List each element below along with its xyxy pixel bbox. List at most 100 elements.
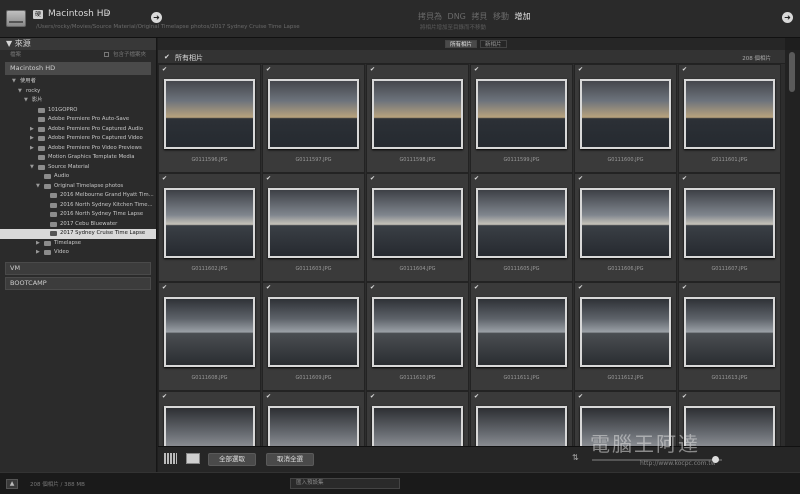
photo-cell[interactable]: ✔ G0111600.JPG (574, 64, 677, 173)
photo-thumbnail[interactable] (164, 79, 255, 149)
source-dropdown-caret[interactable]: ÷ (104, 9, 111, 18)
photo-cell[interactable]: ✔ G0111603.JPG (262, 173, 365, 282)
tree-item[interactable]: ▶ Video (0, 248, 156, 258)
photo-cell[interactable]: ✔ G0111610.JPG (366, 282, 469, 391)
photo-cell[interactable]: ✔ G0111604.JPG (366, 173, 469, 282)
photo-cell[interactable]: ✔ G0111609.JPG (262, 282, 365, 391)
photo-thumbnail[interactable] (580, 79, 671, 149)
photo-cell[interactable]: ✔ G0111606.JPG (574, 173, 677, 282)
include-subfolders-checkbox[interactable] (104, 52, 109, 57)
tree-item[interactable]: ▶ Adobe Premiere Pro Captured Audio (0, 125, 156, 135)
disclosure-open-icon[interactable]: ▼ (12, 77, 16, 87)
check-all-button[interactable]: 全部選取 (208, 453, 256, 466)
photo-thumbnail[interactable] (268, 406, 359, 446)
volume-vm[interactable]: VM (5, 261, 151, 275)
photo-thumbnail[interactable] (164, 188, 255, 258)
photo-check-icon[interactable]: ✔ (370, 393, 375, 400)
photo-cell[interactable]: ✔ G0111601.JPG (678, 64, 781, 173)
tree-item[interactable]: ▶ Adobe Premiere Pro Video Previews (0, 144, 156, 154)
tree-item[interactable]: ▶ Adobe Premiere Pro Captured Video (0, 134, 156, 144)
tree-item[interactable]: ▼ 影片 (0, 96, 156, 106)
photo-cell[interactable]: ✔ G0111611.JPG (470, 282, 573, 391)
photo-check-icon[interactable]: ✔ (266, 175, 271, 182)
disclosure-open-icon[interactable]: ▼ (24, 96, 28, 106)
photo-check-icon[interactable]: ✔ (578, 175, 583, 182)
photo-thumbnail[interactable] (372, 188, 463, 258)
disclosure-open-icon[interactable]: ▼ (36, 182, 40, 192)
photo-thumbnail[interactable] (684, 188, 775, 258)
photo-cell[interactable]: ✔ G0111608.JPG (158, 282, 261, 391)
tree-item[interactable]: 101GOPRO (0, 106, 156, 116)
mode-copy[interactable]: 拷貝 (471, 12, 487, 21)
photo-cell[interactable]: ✔ (158, 391, 261, 446)
tree-item[interactable]: ▼ Source Material (0, 163, 156, 173)
tree-item[interactable]: 2016 Melbourne Grand Hyatt Tim... (0, 191, 156, 201)
disclosure-closed-icon[interactable]: ▶ (30, 134, 34, 144)
uncheck-all-button[interactable]: 取消全選 (266, 453, 314, 466)
hard-drive-icon[interactable] (6, 7, 26, 31)
photo-check-icon[interactable]: ✔ (370, 284, 375, 291)
photo-cell[interactable]: ✔ G0111607.JPG (678, 173, 781, 282)
tree-item[interactable]: ▼ Original Timelapse photos (0, 182, 156, 192)
photo-check-icon[interactable]: ✔ (578, 393, 583, 400)
select-all-check-icon[interactable]: ✔ (164, 53, 170, 61)
tree-item[interactable]: 2016 North Sydney Time Lapse (0, 210, 156, 220)
photo-thumbnail[interactable] (268, 188, 359, 258)
photo-cell[interactable]: ✔ G0111598.JPG (366, 64, 469, 173)
photo-cell[interactable]: ✔ G0111605.JPG (470, 173, 573, 282)
tree-item[interactable]: Motion Graphics Template Media (0, 153, 156, 163)
disclosure-open-icon[interactable]: ▼ (30, 163, 34, 173)
photo-check-icon[interactable]: ✔ (266, 284, 271, 291)
photo-thumbnail[interactable] (476, 188, 567, 258)
destination-arrow-icon[interactable]: ➜ (782, 12, 793, 23)
photo-cell[interactable]: ✔ G0111602.JPG (158, 173, 261, 282)
grid-view-icon[interactable] (164, 453, 177, 464)
photo-check-icon[interactable]: ✔ (266, 393, 271, 400)
photo-check-icon[interactable]: ✔ (682, 66, 687, 73)
photo-cell[interactable]: ✔ G0111613.JPG (678, 282, 781, 391)
photo-thumbnail[interactable] (580, 188, 671, 258)
tree-item[interactable]: 2016 North Sydney Kitchen Time... (0, 201, 156, 211)
photo-check-icon[interactable]: ✔ (162, 284, 167, 291)
volume-bootcamp[interactable]: BOOTCAMP (5, 276, 151, 290)
photo-check-icon[interactable]: ✔ (578, 284, 583, 291)
loupe-view-icon[interactable] (186, 453, 200, 464)
disclosure-closed-icon[interactable]: ▶ (30, 125, 34, 135)
arrow-right-icon[interactable]: ➜ (151, 12, 162, 23)
photo-thumbnail[interactable] (684, 79, 775, 149)
mode-add[interactable]: 增加 (515, 12, 531, 21)
disclosure-closed-icon[interactable]: ▶ (30, 144, 34, 154)
photo-cell[interactable]: ✔ G0111596.JPG (158, 64, 261, 173)
photo-check-icon[interactable]: ✔ (162, 66, 167, 73)
tree-item[interactable]: ▼ rocky (0, 87, 156, 97)
grid-scrollbar[interactable] (785, 50, 800, 446)
photo-thumbnail[interactable] (476, 406, 567, 446)
photo-thumbnail[interactable] (372, 297, 463, 367)
toggle-panel-icon[interactable]: ▲ (6, 479, 18, 489)
photo-check-icon[interactable]: ✔ (474, 66, 479, 73)
photo-cell[interactable]: ✔ G0111597.JPG (262, 64, 365, 173)
source-panel-title[interactable]: ▼ 來源 (0, 38, 156, 50)
volume-macintosh-hd[interactable]: Macintosh HD (5, 62, 151, 75)
photo-check-icon[interactable]: ✔ (162, 393, 167, 400)
tree-item[interactable]: ▶ Timelapse (0, 239, 156, 249)
tree-item[interactable]: 2017 Sydney Cruise Time Lapse (0, 229, 156, 239)
tree-item[interactable]: ▼ 使用者 (0, 77, 156, 87)
photo-cell[interactable]: ✔ G0111612.JPG (574, 282, 677, 391)
tab-new-photos[interactable]: 新相片 (480, 40, 507, 48)
photo-check-icon[interactable]: ✔ (682, 175, 687, 182)
photo-thumbnail[interactable] (268, 297, 359, 367)
photo-check-icon[interactable]: ✔ (578, 66, 583, 73)
disclosure-closed-icon[interactable]: ▶ (36, 239, 40, 249)
photo-check-icon[interactable]: ✔ (370, 175, 375, 182)
photo-thumbnail[interactable] (164, 406, 255, 446)
photo-check-icon[interactable]: ✔ (162, 175, 167, 182)
photo-thumbnail[interactable] (476, 297, 567, 367)
photo-thumbnail[interactable] (684, 297, 775, 367)
photo-check-icon[interactable]: ✔ (474, 393, 479, 400)
photo-cell[interactable]: ✔ (366, 391, 469, 446)
photo-thumbnail[interactable] (372, 406, 463, 446)
photo-check-icon[interactable]: ✔ (370, 66, 375, 73)
mode-move[interactable]: 移動 (493, 12, 509, 21)
sort-icon[interactable]: ⇅ (572, 453, 579, 462)
